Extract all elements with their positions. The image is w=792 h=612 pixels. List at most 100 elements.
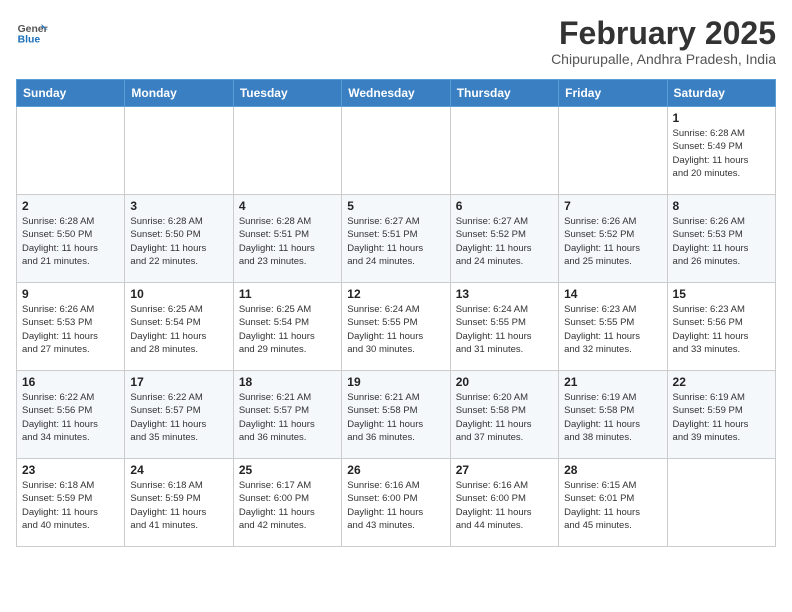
- day-number: 17: [130, 375, 227, 389]
- calendar-cell: 18Sunrise: 6:21 AM Sunset: 5:57 PM Dayli…: [233, 371, 341, 459]
- day-info: Sunrise: 6:18 AM Sunset: 5:59 PM Dayligh…: [130, 479, 227, 532]
- day-number: 6: [456, 199, 553, 213]
- day-number: 12: [347, 287, 444, 301]
- calendar-week-3: 9 Sunrise: 6:26 AM Sunset: 5:53 PM Daylig…: [17, 283, 776, 371]
- day-info: Sunrise: 6:24 AM Sunset: 5:55 PM Dayligh…: [456, 303, 553, 356]
- calendar-cell: 7 Sunrise: 6:26 AM Sunset: 5:52 PM Daylig…: [559, 195, 667, 283]
- day-info: Sunrise: 6:27 AM Sunset: 5:52 PM Dayligh…: [456, 215, 553, 268]
- day-number: 25: [239, 463, 336, 477]
- calendar-cell: 27Sunrise: 6:16 AM Sunset: 6:00 PM Dayli…: [450, 459, 558, 547]
- calendar-cell: 15 Sunrise: 6:23 AM Sunset: 5:56 PM Dayli…: [667, 283, 775, 371]
- day-number: 8: [673, 199, 770, 213]
- weekday-header-sunday: Sunday: [17, 80, 125, 107]
- weekday-header-tuesday: Tuesday: [233, 80, 341, 107]
- day-number: 14: [564, 287, 661, 301]
- calendar-cell: 4 Sunrise: 6:28 AM Sunset: 5:51 PM Daylig…: [233, 195, 341, 283]
- day-number: 22: [673, 375, 770, 389]
- calendar-cell: 14 Sunrise: 6:23 AM Sunset: 5:55 PM Dayli…: [559, 283, 667, 371]
- day-info: Sunrise: 6:23 AM Sunset: 5:56 PM Dayligh…: [673, 303, 770, 356]
- calendar-cell: 19 Sunrise: 6:21 AM Sunset: 5:58 PM Dayli…: [342, 371, 450, 459]
- day-number: 10: [130, 287, 227, 301]
- day-number: 15: [673, 287, 770, 301]
- day-info: Sunrise: 6:22 AM Sunset: 5:57 PM Dayligh…: [130, 391, 227, 444]
- day-info: Sunrise: 6:26 AM Sunset: 5:53 PM Dayligh…: [22, 303, 119, 356]
- day-info: Sunrise: 6:19 AM Sunset: 5:58 PM Dayligh…: [564, 391, 661, 444]
- weekday-header-monday: Monday: [125, 80, 233, 107]
- day-number: 13: [456, 287, 553, 301]
- calendar-cell: 10Sunrise: 6:25 AM Sunset: 5:54 PM Dayli…: [125, 283, 233, 371]
- page-header: General Blue February 2025 Chipurupalle,…: [16, 16, 776, 67]
- calendar-week-2: 2Sunrise: 6:28 AM Sunset: 5:50 PM Daylig…: [17, 195, 776, 283]
- svg-text:Blue: Blue: [18, 34, 41, 45]
- calendar-cell: 3 Sunrise: 6:28 AM Sunset: 5:50 PM Daylig…: [125, 195, 233, 283]
- day-info: Sunrise: 6:26 AM Sunset: 5:53 PM Dayligh…: [673, 215, 770, 268]
- day-number: 11: [239, 287, 336, 301]
- calendar-cell: [450, 107, 558, 195]
- calendar-cell: 17 Sunrise: 6:22 AM Sunset: 5:57 PM Dayli…: [125, 371, 233, 459]
- calendar-week-4: 16 Sunrise: 6:22 AM Sunset: 5:56 PM Dayli…: [17, 371, 776, 459]
- day-info: Sunrise: 6:16 AM Sunset: 6:00 PM Dayligh…: [347, 479, 444, 532]
- title-block: February 2025 Chipurupalle, Andhra Prade…: [551, 16, 776, 67]
- calendar-cell: 25 Sunrise: 6:17 AM Sunset: 6:00 PM Dayli…: [233, 459, 341, 547]
- calendar-cell: 20 Sunrise: 6:20 AM Sunset: 5:58 PM Dayli…: [450, 371, 558, 459]
- logo-icon: General Blue: [16, 16, 48, 48]
- day-number: 20: [456, 375, 553, 389]
- day-number: 28: [564, 463, 661, 477]
- day-info: Sunrise: 6:27 AM Sunset: 5:51 PM Dayligh…: [347, 215, 444, 268]
- day-number: 4: [239, 199, 336, 213]
- day-info: Sunrise: 6:23 AM Sunset: 5:55 PM Dayligh…: [564, 303, 661, 356]
- calendar-cell: 16 Sunrise: 6:22 AM Sunset: 5:56 PM Dayli…: [17, 371, 125, 459]
- weekday-header-friday: Friday: [559, 80, 667, 107]
- day-number: 23: [22, 463, 119, 477]
- weekday-header-thursday: Thursday: [450, 80, 558, 107]
- day-info: Sunrise: 6:28 AM Sunset: 5:49 PM Dayligh…: [673, 127, 770, 180]
- calendar-cell: 26 Sunrise: 6:16 AM Sunset: 6:00 PM Dayli…: [342, 459, 450, 547]
- calendar-cell: [17, 107, 125, 195]
- day-number: 16: [22, 375, 119, 389]
- calendar-cell: [233, 107, 341, 195]
- day-number: 9: [22, 287, 119, 301]
- day-info: Sunrise: 6:20 AM Sunset: 5:58 PM Dayligh…: [456, 391, 553, 444]
- day-info: Sunrise: 6:19 AM Sunset: 5:59 PM Dayligh…: [673, 391, 770, 444]
- calendar-cell: 9 Sunrise: 6:26 AM Sunset: 5:53 PM Daylig…: [17, 283, 125, 371]
- day-number: 3: [130, 199, 227, 213]
- calendar-cell: 22 Sunrise: 6:19 AM Sunset: 5:59 PM Dayli…: [667, 371, 775, 459]
- day-info: Sunrise: 6:15 AM Sunset: 6:01 PM Dayligh…: [564, 479, 661, 532]
- calendar-cell: [559, 107, 667, 195]
- calendar-cell: 2Sunrise: 6:28 AM Sunset: 5:50 PM Daylig…: [17, 195, 125, 283]
- calendar-week-5: 23 Sunrise: 6:18 AM Sunset: 5:59 PM Dayli…: [17, 459, 776, 547]
- calendar-cell: 8 Sunrise: 6:26 AM Sunset: 5:53 PM Daylig…: [667, 195, 775, 283]
- calendar-cell: 24Sunrise: 6:18 AM Sunset: 5:59 PM Dayli…: [125, 459, 233, 547]
- weekday-header-wednesday: Wednesday: [342, 80, 450, 107]
- day-number: 27: [456, 463, 553, 477]
- day-number: 7: [564, 199, 661, 213]
- day-number: 1: [673, 111, 770, 125]
- day-info: Sunrise: 6:26 AM Sunset: 5:52 PM Dayligh…: [564, 215, 661, 268]
- day-info: Sunrise: 6:24 AM Sunset: 5:55 PM Dayligh…: [347, 303, 444, 356]
- day-info: Sunrise: 6:28 AM Sunset: 5:50 PM Dayligh…: [22, 215, 119, 268]
- day-info: Sunrise: 6:22 AM Sunset: 5:56 PM Dayligh…: [22, 391, 119, 444]
- calendar-cell: [342, 107, 450, 195]
- logo: General Blue: [16, 16, 48, 48]
- day-number: 19: [347, 375, 444, 389]
- calendar-cell: 28 Sunrise: 6:15 AM Sunset: 6:01 PM Dayli…: [559, 459, 667, 547]
- calendar-table: SundayMondayTuesdayWednesdayThursdayFrid…: [16, 79, 776, 547]
- weekday-header-row: SundayMondayTuesdayWednesdayThursdayFrid…: [17, 80, 776, 107]
- calendar-cell: 6 Sunrise: 6:27 AM Sunset: 5:52 PM Daylig…: [450, 195, 558, 283]
- day-info: Sunrise: 6:17 AM Sunset: 6:00 PM Dayligh…: [239, 479, 336, 532]
- day-info: Sunrise: 6:18 AM Sunset: 5:59 PM Dayligh…: [22, 479, 119, 532]
- calendar-cell: 12 Sunrise: 6:24 AM Sunset: 5:55 PM Dayli…: [342, 283, 450, 371]
- day-info: Sunrise: 6:21 AM Sunset: 5:58 PM Dayligh…: [347, 391, 444, 444]
- calendar-cell: 21Sunrise: 6:19 AM Sunset: 5:58 PM Dayli…: [559, 371, 667, 459]
- calendar-cell: [125, 107, 233, 195]
- calendar-cell: 13 Sunrise: 6:24 AM Sunset: 5:55 PM Dayli…: [450, 283, 558, 371]
- svg-text:General: General: [18, 24, 48, 35]
- location: Chipurupalle, Andhra Pradesh, India: [551, 51, 776, 67]
- month-title: February 2025: [551, 16, 776, 51]
- weekday-header-saturday: Saturday: [667, 80, 775, 107]
- calendar-week-1: 1 Sunrise: 6:28 AM Sunset: 5:49 PM Daylig…: [17, 107, 776, 195]
- day-info: Sunrise: 6:25 AM Sunset: 5:54 PM Dayligh…: [239, 303, 336, 356]
- day-info: Sunrise: 6:28 AM Sunset: 5:50 PM Dayligh…: [130, 215, 227, 268]
- day-info: Sunrise: 6:28 AM Sunset: 5:51 PM Dayligh…: [239, 215, 336, 268]
- day-number: 26: [347, 463, 444, 477]
